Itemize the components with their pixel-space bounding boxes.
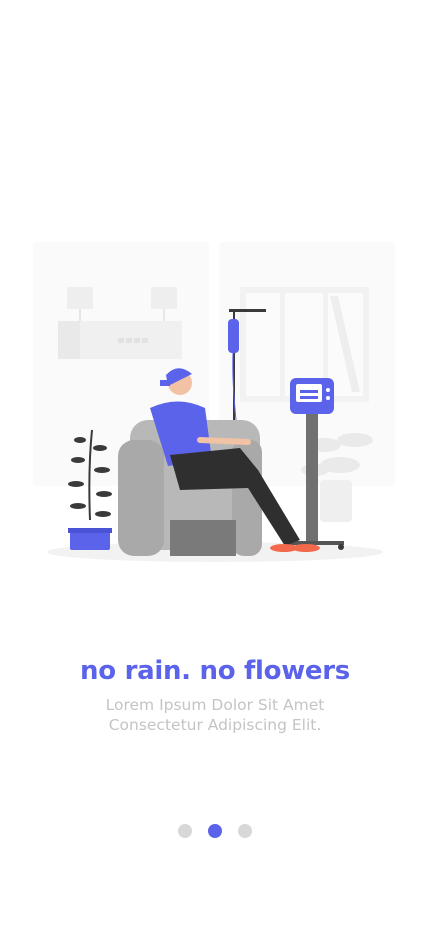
page-dot-2[interactable] <box>208 824 222 838</box>
page-dot-3[interactable] <box>238 824 252 838</box>
subtitle-line-2: Consectetur Adipiscing Elit. <box>108 716 322 734</box>
subtitle-line-1: Lorem Ipsum Dolor Sit Amet <box>105 696 325 714</box>
onboarding-title: no rain. no flowers <box>80 656 350 686</box>
chemotherapy-patient-illustration <box>33 242 395 562</box>
page-indicator <box>0 824 430 838</box>
page-dot-1[interactable] <box>178 824 192 838</box>
onboarding-subtitle: Lorem Ipsum Dolor Sit Amet Consectetur A… <box>0 695 430 735</box>
